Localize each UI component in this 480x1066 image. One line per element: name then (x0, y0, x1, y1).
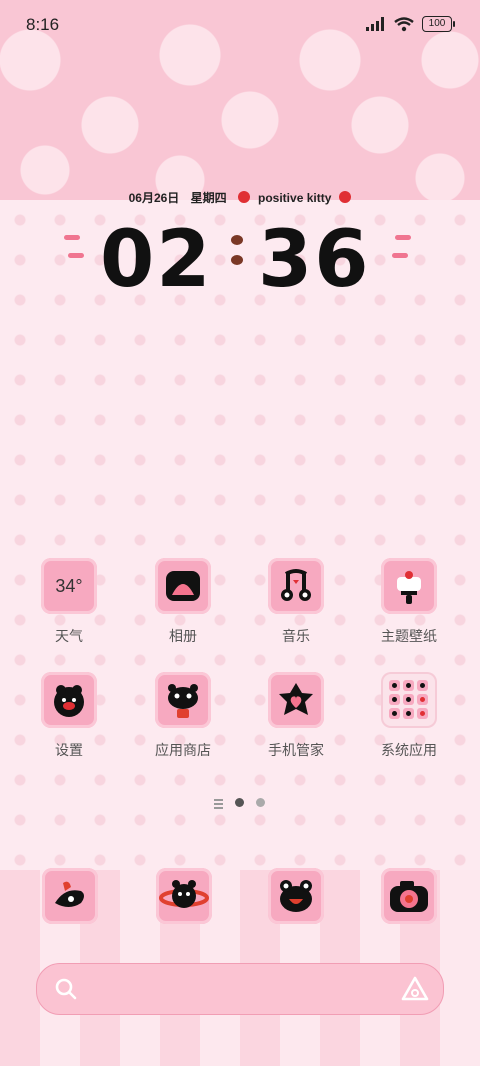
blush-icon (68, 253, 84, 258)
widget-brand: positive kitty (258, 191, 332, 205)
app-label: 系统应用 (381, 742, 437, 758)
camera-icon (390, 881, 428, 912)
themes-icon (381, 558, 437, 614)
app-settings[interactable]: 设置 (24, 672, 114, 760)
app-phone-manager[interactable]: 手机管家 (251, 672, 341, 760)
app-weather[interactable]: 34° 天气 (24, 558, 114, 646)
browser-icon (159, 880, 209, 908)
app-label: 天气 (55, 628, 83, 644)
gallery-icon (155, 558, 211, 614)
app-store[interactable]: 应用商店 (138, 672, 228, 760)
app-gallery[interactable]: 相册 (138, 558, 228, 646)
dock-browser[interactable] (156, 868, 212, 924)
page-indicator[interactable] (0, 797, 480, 809)
blush-icon (64, 235, 80, 240)
blush-icon (392, 253, 408, 258)
status-bar: 8:16 100 (0, 0, 480, 50)
assistant-icon[interactable] (401, 976, 429, 1002)
settings-icon (41, 672, 97, 728)
weather-temp: 34° (55, 575, 83, 596)
apple-icon (238, 191, 251, 203)
wallpaper-dots (0, 200, 480, 870)
app-music[interactable]: 音乐 (251, 558, 341, 646)
wifi-icon (394, 16, 414, 31)
dock-phone[interactable] (42, 868, 98, 924)
dock-camera[interactable] (381, 868, 437, 924)
phone-icon (55, 881, 84, 907)
app-label: 主题壁纸 (381, 628, 437, 644)
widget-date: 06月26日 (128, 191, 180, 205)
app-label: 相册 (169, 628, 197, 644)
blush-icon (395, 235, 411, 240)
search-icon (55, 978, 77, 1000)
clock-hour: 02 (100, 215, 213, 305)
messages-icon (280, 880, 312, 912)
app-system-folder[interactable]: 系统应用 (364, 672, 454, 760)
clock-widget-header[interactable]: 06月26日 星期四 positive kitty (0, 189, 480, 206)
search-bar[interactable] (36, 963, 444, 1015)
widget-weekday: 星期四 (190, 191, 227, 205)
paw-icon (231, 255, 243, 265)
system-folder-icon (381, 672, 437, 728)
battery-icon: 100 (422, 16, 455, 32)
app-label: 音乐 (282, 628, 310, 644)
dock-messages[interactable] (268, 868, 324, 924)
status-icons: 100 (366, 16, 455, 32)
store-icon (155, 672, 211, 728)
page-dot-active[interactable] (235, 798, 244, 807)
phone-manager-icon (268, 672, 324, 728)
signal-icon (366, 17, 384, 31)
apple-icon (339, 191, 352, 203)
music-icon (268, 558, 324, 614)
paw-icon (231, 235, 243, 245)
app-themes[interactable]: 主题壁纸 (364, 558, 454, 646)
weather-icon: 34° (41, 558, 97, 614)
page-list-icon[interactable] (214, 799, 223, 809)
page-dot[interactable] (256, 798, 265, 807)
clock-minute: 36 (258, 215, 371, 305)
status-time: 8:16 (26, 15, 60, 34)
clock-widget[interactable]: 02 36 (0, 205, 480, 305)
app-label: 应用商店 (155, 742, 211, 758)
app-label: 手机管家 (268, 742, 324, 758)
app-label: 设置 (55, 742, 83, 758)
